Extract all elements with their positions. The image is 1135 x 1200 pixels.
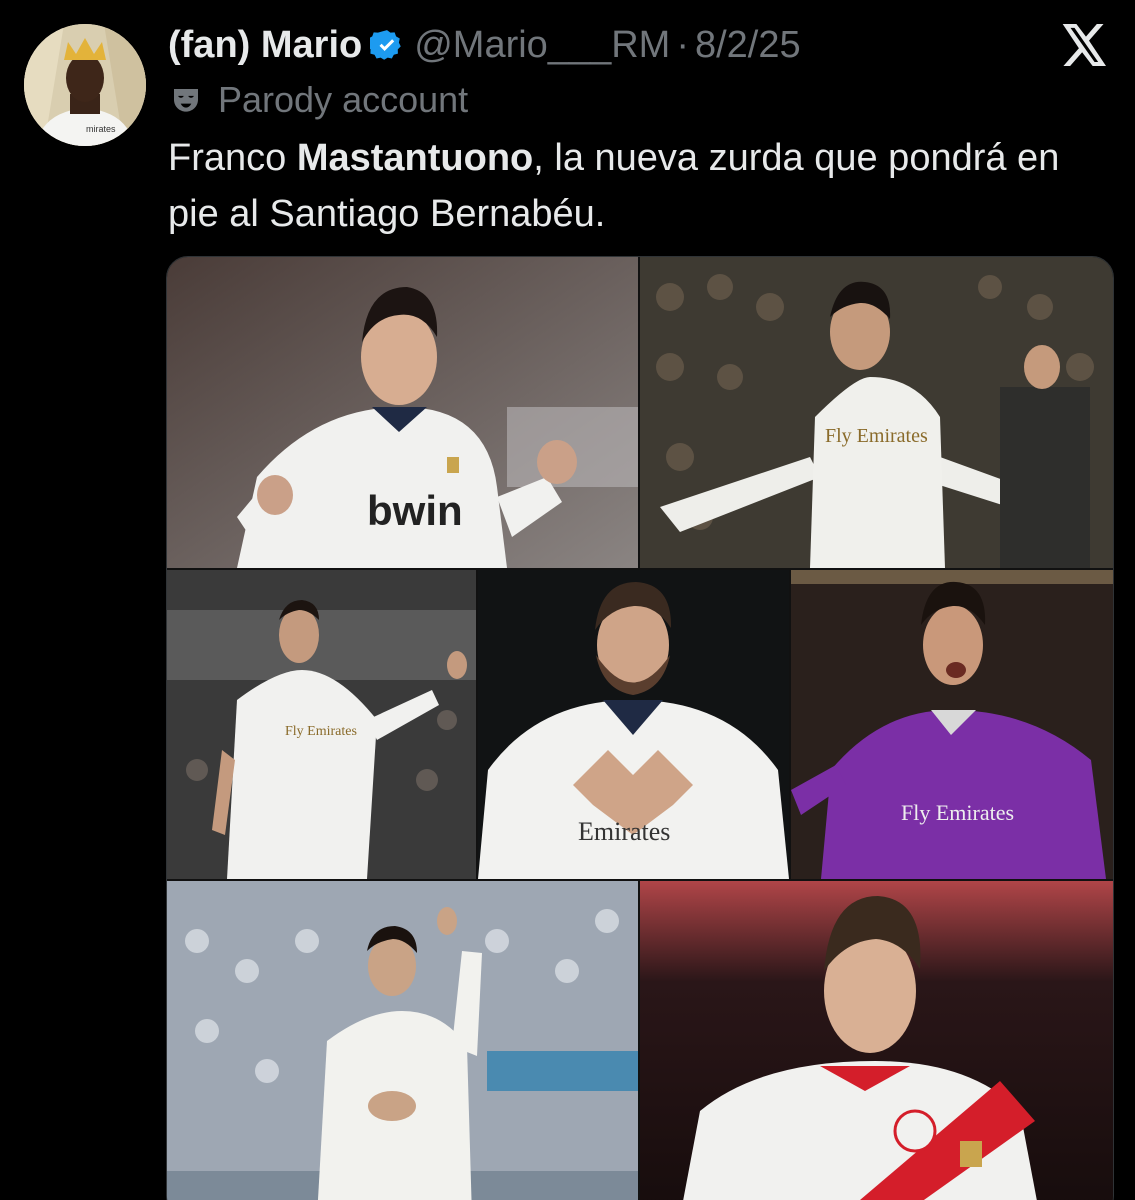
photo-player-7[interactable]: [640, 881, 1113, 1200]
tweet-text-start: Franco: [168, 137, 297, 179]
tweet-date[interactable]: 8/2/25: [695, 24, 801, 67]
tweet[interactable]: mirates (fan) Mario @Mario___RM · 8/2/25…: [0, 0, 1135, 1200]
tweet-text-bold: Mastantuono: [296, 137, 534, 179]
shirt-sponsor-3: Fly Emirates: [285, 724, 357, 739]
x-logo-icon: [1062, 24, 1108, 66]
theater-mask-icon: [170, 84, 202, 116]
media-collage[interactable]: bwin Fly Emirates Fly Emirates Emirates …: [166, 256, 1114, 1200]
tweet-text: Franco Mastantuono, la nueva zurda que p…: [168, 130, 1098, 242]
photo-player-5[interactable]: Fly Emirates: [791, 570, 1113, 879]
shirt-sponsor-4: Emirates: [578, 817, 670, 846]
shirt-sponsor-1: bwin: [367, 487, 463, 534]
parody-label: Parody account: [170, 78, 468, 122]
header-separator: ·: [676, 23, 689, 66]
photo-player-3[interactable]: Fly Emirates: [167, 570, 476, 879]
parody-label-text: Parody account: [218, 79, 469, 120]
user-handle[interactable]: @Mario___RM: [414, 24, 670, 67]
photo-player-6[interactable]: [167, 881, 638, 1200]
photo-player-1[interactable]: bwin: [167, 257, 638, 568]
shirt-sponsor-5: Fly Emirates: [901, 800, 1014, 825]
shirt-sponsor-2: Fly Emirates: [825, 425, 928, 447]
verified-badge-icon: [370, 28, 404, 62]
photo-player-4[interactable]: Emirates: [478, 570, 789, 879]
tweet-header: (fan) Mario @Mario___RM · 8/2/25: [168, 22, 801, 68]
display-name[interactable]: (fan) Mario: [168, 24, 362, 67]
svg-text:mirates: mirates: [86, 124, 116, 134]
avatar[interactable]: mirates: [24, 24, 146, 146]
photo-player-2[interactable]: Fly Emirates: [640, 257, 1113, 568]
